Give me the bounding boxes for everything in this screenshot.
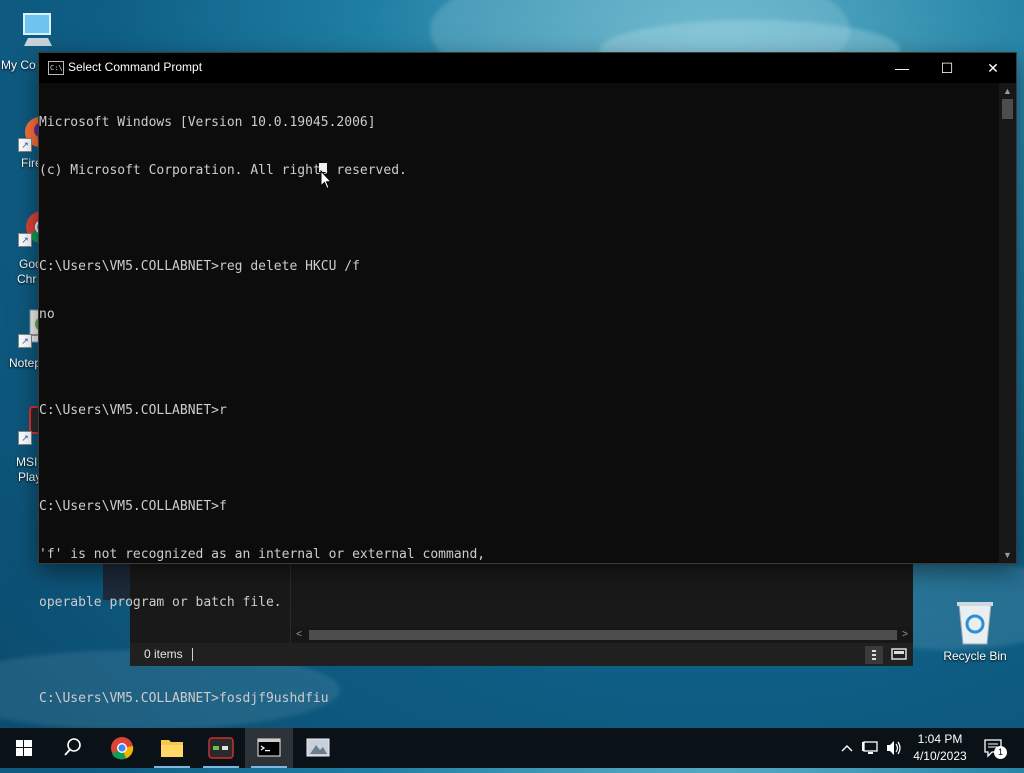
network-icon: [862, 741, 878, 754]
shortcut-arrow-icon: ↗: [18, 334, 32, 348]
taskbar: 1:04 PM 4/10/2023: [0, 728, 1024, 768]
console-line: (c) Microsoft Corporation. All rights re…: [39, 163, 407, 178]
scrollbar-thumb[interactable]: [1002, 99, 1013, 119]
chevron-up-icon: [841, 745, 853, 752]
shortcut-arrow-icon: ↗: [18, 138, 32, 152]
clock-date: 4/10/2023: [913, 749, 967, 763]
speaker-icon: [887, 741, 901, 755]
minimize-button[interactable]: —: [879, 53, 925, 83]
network-button[interactable]: [860, 728, 882, 768]
cmd-taskbar[interactable]: [245, 728, 293, 768]
maximize-button[interactable]: ☐: [924, 53, 970, 83]
console-line: Microsoft Windows [Version 10.0.19045.20…: [39, 115, 376, 130]
shortcut-arrow-icon: ↗: [18, 233, 32, 247]
cmd-vertical-scrollbar[interactable]: ▲ ▼: [999, 83, 1016, 563]
console-line: C:\Users\VM5.COLLABNET>fosdjf9ushdfiu: [39, 691, 329, 706]
app-icon: [306, 738, 330, 757]
folder-icon: [161, 740, 183, 757]
windows-logo-icon: [16, 740, 32, 756]
clock-time: 1:04 PM: [917, 732, 963, 746]
search-icon: [64, 738, 81, 756]
window-title: Select Command Prompt: [68, 60, 203, 74]
scroll-up-icon[interactable]: ▲: [999, 84, 1016, 98]
cmd-icon: [257, 738, 281, 757]
console-line: operable program or batch file.: [39, 595, 282, 610]
console-output[interactable]: Microsoft Windows [Version 10.0.19045.20…: [39, 83, 999, 706]
recycle-bin-label: Recycle Bin: [943, 649, 1007, 663]
desktop-icon-label-line2: Play: [18, 470, 42, 484]
msi-taskbar[interactable]: [197, 728, 245, 768]
desktop-icon-label-line2: Chr: [17, 272, 37, 286]
file-explorer-taskbar[interactable]: [148, 728, 196, 768]
notification-count-badge: 1: [994, 746, 1007, 759]
cmd-icon: C:\: [48, 61, 64, 75]
mouse-pointer-icon: [320, 170, 332, 190]
desktop-icon-my-computer[interactable]: My Co: [1, 10, 73, 72]
close-button[interactable]: ✕: [970, 53, 1016, 83]
console-line: C:\Users\VM5.COLLABNET>f: [39, 499, 227, 514]
console-line: C:\Users\VM5.COLLABNET>r: [39, 403, 227, 418]
show-hidden-icons-button[interactable]: [838, 728, 856, 768]
shortcut-arrow-icon: ↗: [18, 431, 32, 445]
computer-icon: [18, 10, 58, 50]
console-line: no: [39, 307, 55, 322]
start-button[interactable]: [0, 728, 48, 768]
clock[interactable]: 1:04 PM 4/10/2023: [905, 731, 975, 765]
recycle-bin-icon: [957, 602, 993, 645]
scroll-down-icon[interactable]: ▼: [999, 548, 1016, 562]
desktop-icon-label: Notep: [9, 356, 42, 370]
console-line: 'f' is not recognized as an internal or …: [39, 547, 486, 562]
app-taskbar[interactable]: [294, 728, 342, 768]
desktop-icon-recycle-bin[interactable]: Recycle Bin: [940, 600, 1010, 663]
desktop-icon-label: My Co: [1, 58, 36, 72]
cmd-title-bar[interactable]: C:\ Select Command Prompt — ☐ ✕: [39, 53, 1016, 83]
command-prompt-window[interactable]: C:\ Select Command Prompt — ☐ ✕ Microsof…: [39, 53, 1016, 706]
chrome-icon: [111, 737, 134, 760]
msi-icon: [208, 737, 234, 759]
console-line: C:\Users\VM5.COLLABNET>reg delete HKCU /…: [39, 259, 360, 274]
search-button[interactable]: [48, 728, 96, 768]
volume-button[interactable]: [884, 728, 904, 768]
desktop-icon-label: MSI: [16, 455, 38, 469]
chrome-taskbar[interactable]: [98, 728, 146, 768]
